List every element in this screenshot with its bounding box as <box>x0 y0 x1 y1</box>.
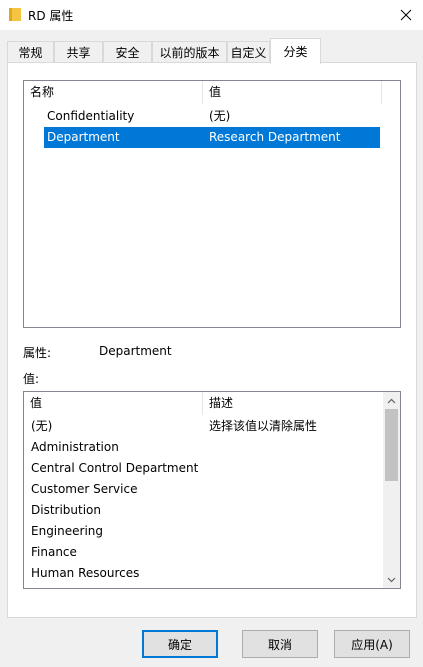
property-value: Research Department <box>209 130 341 144</box>
close-button[interactable] <box>389 0 423 30</box>
chevron-down-icon <box>387 577 396 582</box>
property-name: Confidentiality <box>47 109 135 123</box>
tab-panel: 名称 值 Confidentiality (无) Department Rese… <box>7 62 417 618</box>
list-item[interactable]: (无) 选择该值以清除属性 <box>24 416 382 437</box>
value-text: Finance <box>31 545 77 559</box>
list-item[interactable]: Distribution <box>24 500 382 521</box>
column-header-name[interactable]: 名称 <box>24 81 202 104</box>
list-item[interactable]: Finance <box>24 542 382 563</box>
title-bar: RD 属性 <box>0 0 423 30</box>
tab-general[interactable]: 常规 <box>7 41 54 63</box>
property-name-value: Department <box>99 344 172 358</box>
value-text: Human Resources <box>31 566 140 580</box>
window-title: RD 属性 <box>28 9 74 23</box>
value-description: 选择该值以清除属性 <box>209 419 318 433</box>
tab-previous-versions[interactable]: 以前的版本 <box>152 41 227 63</box>
cancel-button[interactable]: 取消 <box>242 630 318 658</box>
value-text: Engineering <box>31 524 103 538</box>
scrollbar-thumb[interactable] <box>385 409 398 481</box>
properties-list[interactable]: 名称 值 Confidentiality (无) Department Rese… <box>23 80 401 328</box>
list-item[interactable]: Central Control Department <box>24 458 382 479</box>
values-list[interactable]: 值 描述 (无) 选择该值以清除属性 Administration Centra… <box>23 391 401 589</box>
tab-customize[interactable]: 自定义 <box>227 41 270 63</box>
values-list-header: 值 描述 <box>24 392 383 415</box>
column-header-description[interactable]: 描述 <box>203 392 381 415</box>
ok-button[interactable]: 确定 <box>142 630 218 658</box>
tab-sharing[interactable]: 共享 <box>54 41 103 63</box>
value-text: (无) <box>31 419 53 433</box>
value-label: 值: <box>23 372 40 386</box>
value-text: Central Control Department <box>31 461 199 475</box>
apply-button[interactable]: 应用(A) <box>334 630 410 658</box>
property-label: 属性: <box>23 346 52 360</box>
scroll-down-button[interactable] <box>383 571 400 588</box>
column-header-value[interactable]: 值 <box>24 392 202 415</box>
list-item-selected[interactable]: Department Research Department <box>44 127 380 148</box>
list-item[interactable]: Engineering <box>24 521 382 542</box>
close-icon <box>400 9 412 21</box>
property-value: (无) <box>209 109 231 123</box>
property-name: Department <box>47 130 120 144</box>
column-divider[interactable] <box>381 81 382 104</box>
list-item[interactable]: Confidentiality (无) <box>44 106 380 127</box>
value-text: Administration <box>31 440 119 454</box>
column-header-value[interactable]: 值 <box>203 81 381 104</box>
value-text: Customer Service <box>31 482 138 496</box>
properties-list-header: 名称 值 <box>24 81 400 104</box>
list-item[interactable]: Human Resources <box>24 563 382 584</box>
values-scrollbar[interactable] <box>383 392 400 588</box>
folder-icon <box>9 8 21 21</box>
tab-security[interactable]: 安全 <box>103 41 152 63</box>
scroll-up-button[interactable] <box>383 392 400 409</box>
tab-strip: 常规 共享 安全 以前的版本 自定义 分类 <box>7 38 417 64</box>
value-text: Distribution <box>31 503 102 517</box>
chevron-up-icon <box>387 398 396 403</box>
list-item[interactable]: Administration <box>24 437 382 458</box>
list-item[interactable]: Customer Service <box>24 479 382 500</box>
tab-classification[interactable]: 分类 <box>270 38 321 64</box>
